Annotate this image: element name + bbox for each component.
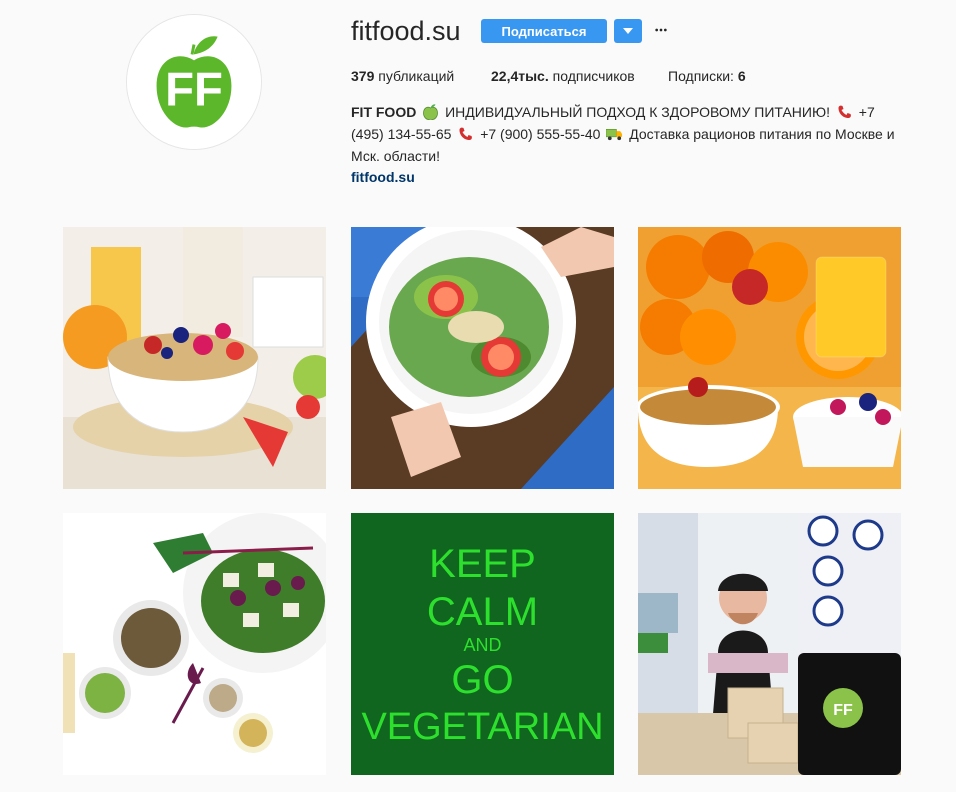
telephone-icon — [459, 127, 473, 140]
follow-button[interactable]: Подписаться — [481, 19, 607, 43]
bio-website-link[interactable]: fitfood.su — [351, 167, 415, 187]
poster-line-1: KEEP — [429, 542, 536, 586]
poster-line-4: GO — [451, 658, 513, 702]
followers-stat[interactable]: 22,4тыс. подписчиков — [491, 67, 635, 85]
beet-salad-image — [63, 513, 326, 775]
bio-tagline: ИНДИВИДУАЛЬНЫЙ ПОДХОД К ЗДОРОВОМУ ПИТАНИ… — [445, 104, 831, 120]
more-options-button[interactable] — [652, 21, 670, 39]
chevron-down-icon — [623, 28, 633, 34]
green-apple-icon — [423, 104, 439, 120]
profile-bio: FIT FOOD ИНДИВИДУАЛЬНЫЙ ПОДХОД К ЗДОРОВО… — [351, 101, 911, 167]
poster-line-2: CALM — [427, 590, 538, 634]
bio-name: FIT FOOD — [351, 104, 417, 120]
radio-studio-image: FF — [638, 513, 901, 775]
fruits-muesli-image — [638, 227, 901, 489]
delivery-truck-icon — [606, 128, 623, 141]
post-breakfast-muesli[interactable] — [63, 227, 326, 489]
following-stat[interactable]: Подписки: 6 — [668, 67, 746, 85]
svg-text:FF: FF — [165, 64, 223, 117]
poster-line-3: AND — [463, 635, 501, 655]
keep-calm-poster: KEEP CALM AND GO VEGETARIAN — [351, 513, 614, 775]
post-fruits-muesli-juice[interactable] — [638, 227, 901, 489]
salad-plate-image — [351, 227, 614, 489]
following-count: 6 — [737, 68, 746, 84]
poster-line-5: VEGETARIAN — [361, 706, 603, 748]
followers-label: подписчиков — [552, 68, 635, 84]
profile-header: FF fitfood.su Подписаться 379 публикаций… — [0, 0, 956, 210]
fitfood-apple-logo-icon: FF — [127, 15, 261, 149]
followers-count: 22,4тыс. — [491, 68, 549, 84]
following-label: Подписки: — [668, 68, 734, 84]
post-keep-calm-vegetarian[interactable]: KEEP CALM AND GO VEGETARIAN — [351, 513, 614, 775]
posts-stat: 379 публикаций — [351, 67, 454, 85]
profile-avatar[interactable]: FF — [126, 14, 262, 150]
more-options-icon — [655, 28, 667, 32]
breakfast-muesli-image — [63, 227, 326, 489]
post-beet-salad-lentils[interactable] — [63, 513, 326, 775]
bio-phone-2: +7 (900) 555-55-40 — [480, 126, 601, 142]
post-radio-studio-fitfood[interactable]: FF — [638, 513, 901, 775]
posts-label: публикаций — [378, 68, 455, 84]
telephone-icon — [838, 105, 851, 118]
svg-text:FF: FF — [833, 702, 853, 719]
profile-username: fitfood.su — [351, 16, 461, 46]
posts-count: 379 — [351, 68, 375, 84]
post-salad-plate[interactable] — [351, 227, 614, 489]
suggestions-dropdown-button[interactable] — [614, 19, 642, 43]
